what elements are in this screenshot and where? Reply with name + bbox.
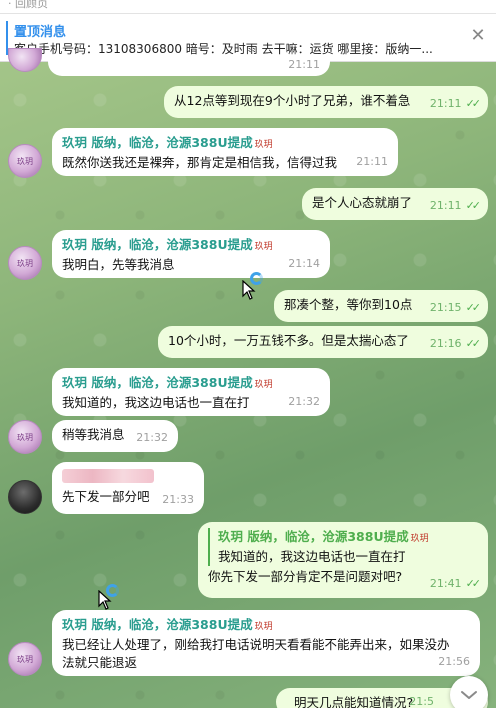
close-icon[interactable]: ✕ <box>468 26 488 46</box>
scroll-to-bottom-button[interactable] <box>450 676 488 708</box>
incoming-message: 先下发一部分吧 21:33 <box>52 462 204 514</box>
outgoing-message: 10个小时，一万五钱不多。但是太揣心态了 21:16 ✓✓ <box>158 326 488 358</box>
sender-name[interactable]: 玖玥 版纳，临沧，沧源388U提成 玖玥 <box>62 134 388 154</box>
quoted-text: 我知道的，我这边电话也一直在打 <box>218 549 406 564</box>
read-check-icon: ✓✓ <box>465 97 482 110</box>
message-text: 我知道的，我这边电话也一直在打 <box>62 395 250 410</box>
message-time: 21:32 <box>136 431 168 444</box>
message-time: 21:32 <box>288 395 320 408</box>
incoming-message: 玖玥 版纳，临沧，沧源388U提成 玖玥 我明白，先等我消息 21:14 <box>52 230 330 278</box>
pinned-title: 置顶消息 <box>14 25 67 40</box>
sender-badge: 玖玥 <box>254 380 273 390</box>
sender-name[interactable]: 玖玥 版纳，临沧，沧源388U提成 玖玥 <box>62 236 320 256</box>
message-time: 21:41 ✓✓ <box>429 577 482 590</box>
outgoing-message: 从12点等到现在9个小时了兄弟，谁不着急 21:11 ✓✓ <box>164 86 488 118</box>
incoming-message: 稍等我消息 21:32 <box>52 420 178 452</box>
incoming-message: 玖玥 版纳，临沧，沧源388U提成 玖玥 既然你送我还是裸奔，那肯定是相信我，信得… <box>52 128 398 176</box>
sender-name-redacted <box>62 468 194 488</box>
avatar[interactable]: 玖玥 <box>8 246 42 280</box>
reply-quote[interactable]: 玖玥 版纳，临沧，沧源388U提成 玖玥 我知道的，我这边电话也一直在打 <box>208 528 478 566</box>
avatar[interactable]: 玖玥 <box>8 144 42 178</box>
message-time: 21:14 <box>288 257 320 270</box>
sender-badge: 玖玥 <box>254 622 273 632</box>
message-text-line-1: 我已经让人处理了，刚给我打电话说明天看看能不能弄出来，如果没办 <box>62 637 450 652</box>
message-time: 21:11 ✓✓ <box>429 199 482 212</box>
previous-tab-strip: · 回顾页 <box>0 0 496 14</box>
outgoing-message: 那凑个整，等你到10点 21:15 ✓✓ <box>274 290 488 322</box>
incoming-message: 玖玥 版纳，临沧，沧源388U提成 玖玥 我已经让人处理了，刚给我打电话说明天看看… <box>52 610 480 676</box>
message-time: 21:5 <box>409 695 434 708</box>
read-check-icon: ✓✓ <box>465 301 482 314</box>
outgoing-message: 是个人心态就崩了 21:11 ✓✓ <box>302 188 488 220</box>
cursor-icon <box>242 280 256 300</box>
read-check-icon: ✓✓ <box>465 337 482 350</box>
message-time: 21:16 ✓✓ <box>429 337 482 350</box>
read-check-icon: ✓✓ <box>465 199 482 212</box>
message-time: 21:11 <box>288 58 320 71</box>
outgoing-reply-message: 玖玥 版纳，临沧，沧源388U提成 玖玥 我知道的，我这边电话也一直在打 你先下发… <box>198 522 488 598</box>
sender-badge: 玖玥 <box>254 140 273 150</box>
avatar[interactable] <box>8 480 42 514</box>
message-text-line-2: 法就只能退返 <box>62 655 138 670</box>
message-time: 21:11 ✓✓ <box>429 97 482 110</box>
avatar[interactable]: 玖玥 <box>8 420 42 454</box>
pinned-text: 客户手机号码：13108306800 暗号：及时雨 去干嘛：运货 哪里接：版纳一… <box>14 42 433 56</box>
pinned-message-bar[interactable]: 置顶消息 客户手机号码：13108306800 暗号：及时雨 去干嘛：运货 哪里… <box>0 14 496 62</box>
sender-name[interactable]: 玖玥 版纳，临沧，沧源388U提成 玖玥 <box>62 374 320 394</box>
sender-badge: 玖玥 <box>410 534 429 544</box>
avatar[interactable]: 玖玥 <box>8 642 42 676</box>
incoming-message: 玖玥 版纳，临沧，沧源388U提成 玖玥 我知道的，我这边电话也一直在打 21:3… <box>52 368 330 416</box>
chevron-down-icon <box>461 691 477 699</box>
previous-tab-label: · 回顾页 <box>8 0 48 10</box>
message-bubble-partial: 21:11 <box>48 58 330 76</box>
sender-badge: 玖玥 <box>254 242 273 252</box>
sender-name[interactable]: 玖玥 版纳，临沧，沧源388U提成 玖玥 <box>62 616 470 636</box>
message-text: 既然你送我还是裸奔，那肯定是相信我，信得过我 <box>62 155 338 170</box>
quoted-sender-name: 玖玥 版纳，临沧，沧源388U提成 玖玥 <box>218 529 429 544</box>
message-text: 我明白，先等我消息 <box>62 257 175 272</box>
avatar[interactable] <box>8 48 42 72</box>
message-time: 21:56 <box>438 655 470 668</box>
cursor-icon <box>98 590 112 610</box>
message-time: 21:15 ✓✓ <box>429 301 482 314</box>
message-time: 21:11 <box>356 155 388 168</box>
message-time: 21:33 <box>162 493 194 506</box>
read-check-icon: ✓✓ <box>465 577 482 590</box>
